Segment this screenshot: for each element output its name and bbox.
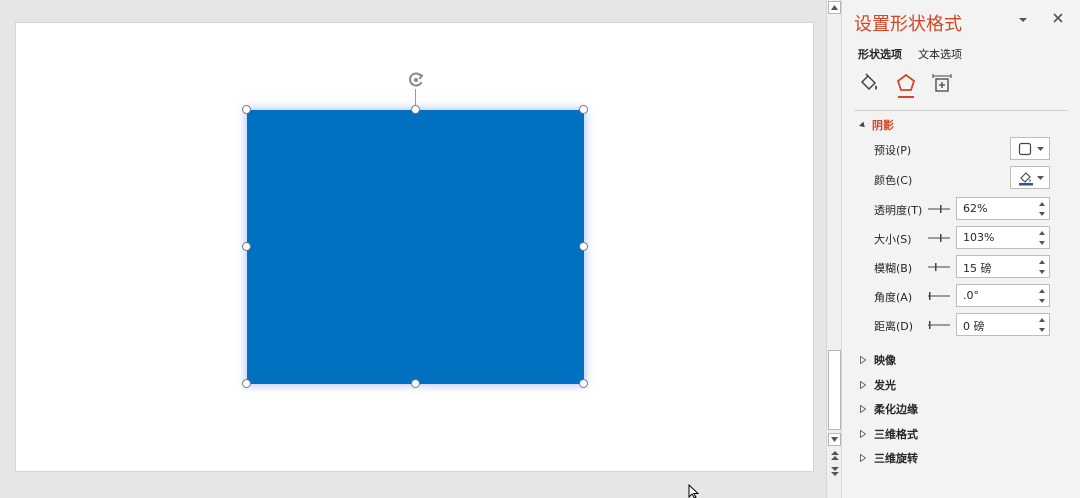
collapsed-triangle-icon: [860, 405, 866, 413]
editing-area: [0, 0, 826, 498]
blur-value: 15 磅: [963, 262, 992, 275]
spin-down-icon[interactable]: [1038, 210, 1046, 218]
resize-handle-bottom-left[interactable]: [242, 379, 251, 388]
spin-up-icon[interactable]: [1038, 287, 1046, 295]
format-shape-pane: 设置形状格式 形状选项 文本选项 阴影 预设(P) 颜色(C) 透明度(T) 6…: [842, 0, 1080, 498]
section-shadow-label: 阴影: [872, 119, 894, 132]
rectangle-shape[interactable]: [247, 110, 584, 384]
transparency-label: 透明度(T): [874, 204, 923, 217]
preset-label: 预设(P): [874, 144, 912, 157]
transparency-slider-icon[interactable]: [928, 204, 950, 214]
double-down-icon: [831, 467, 839, 476]
pane-title: 设置形状格式: [854, 14, 962, 35]
category-selected-indicator: [898, 96, 914, 98]
size-properties-icon[interactable]: [931, 72, 953, 94]
collapsed-triangle-icon: [860, 430, 866, 438]
size-slider-icon[interactable]: [928, 233, 950, 243]
distance-label: 距离(D): [874, 320, 914, 333]
distance-value: 0 磅: [963, 320, 985, 333]
resize-handle-bottom[interactable]: [411, 379, 420, 388]
expanded-triangle-icon: [859, 121, 867, 129]
spin-up-icon[interactable]: [1038, 316, 1046, 324]
spin-up-icon[interactable]: [1038, 229, 1046, 237]
spin-down-icon[interactable]: [1038, 297, 1046, 305]
angle-input[interactable]: .0°: [956, 284, 1050, 307]
close-icon: [1053, 13, 1063, 23]
shadow-preset-icon: [1018, 142, 1032, 155]
spin-down-icon[interactable]: [1038, 239, 1046, 247]
section-soft-edges-header[interactable]: 柔化边缘: [860, 401, 918, 417]
chevron-down-icon: [1019, 18, 1027, 22]
vertical-scrollbar[interactable]: [826, 0, 842, 498]
resize-handle-top-left[interactable]: [242, 105, 251, 114]
angle-label: 角度(A): [874, 291, 913, 304]
scroll-down-button[interactable]: [828, 433, 841, 446]
transparency-input[interactable]: 62%: [956, 197, 1050, 220]
app-window: 设置形状格式 形状选项 文本选项 阴影 预设(P) 颜色(C) 透明度(T) 6…: [0, 0, 1080, 498]
angle-slider-icon[interactable]: [928, 291, 950, 301]
angle-value: .0°: [963, 289, 979, 302]
chevron-down-icon: [1037, 146, 1044, 151]
scroll-thumb[interactable]: [828, 350, 841, 430]
spin-down-icon[interactable]: [1038, 326, 1046, 334]
preset-dropdown[interactable]: [1010, 137, 1050, 160]
resize-handle-right[interactable]: [579, 242, 588, 251]
paint-bucket-icon: [1019, 171, 1033, 185]
tab-shape-options[interactable]: 形状选项: [858, 46, 902, 62]
scroll-up-button[interactable]: [828, 1, 841, 14]
section-3d-rotation-label: 三维旋转: [874, 452, 918, 465]
spin-down-icon[interactable]: [1038, 268, 1046, 276]
transparency-value: 62%: [963, 202, 988, 215]
size-value: 103%: [963, 231, 995, 244]
section-reflection-label: 映像: [874, 354, 896, 367]
next-slide-button[interactable]: [829, 465, 841, 477]
previous-slide-button[interactable]: [829, 450, 841, 462]
distance-slider-icon[interactable]: [928, 320, 950, 330]
spin-up-icon[interactable]: [1038, 258, 1046, 266]
size-label: 大小(S): [874, 233, 912, 246]
slide[interactable]: [15, 22, 814, 472]
pane-close-button[interactable]: [1052, 12, 1064, 24]
scroll-down-icon: [831, 437, 838, 442]
section-reflection-header[interactable]: 映像: [860, 352, 896, 368]
collapsed-triangle-icon: [860, 356, 866, 364]
section-3d-format-header[interactable]: 三维格式: [860, 426, 918, 442]
blur-label: 模糊(B): [874, 262, 913, 275]
blur-input[interactable]: 15 磅: [956, 255, 1050, 278]
pane-divider: [854, 110, 1068, 111]
effects-icon[interactable]: [895, 72, 917, 94]
mouse-cursor-icon: [688, 484, 700, 498]
resize-handle-top-right[interactable]: [579, 105, 588, 114]
collapsed-triangle-icon: [860, 454, 866, 462]
resize-handle-left[interactable]: [242, 242, 251, 251]
section-soft-edges-label: 柔化边缘: [874, 403, 918, 416]
section-glow-header[interactable]: 发光: [860, 377, 896, 393]
blur-slider-icon[interactable]: [928, 262, 950, 272]
size-input[interactable]: 103%: [956, 226, 1050, 249]
chevron-down-icon: [1037, 175, 1044, 180]
color-label: 颜色(C): [874, 174, 913, 187]
resize-handle-bottom-right[interactable]: [579, 379, 588, 388]
fill-line-icon[interactable]: [858, 72, 880, 94]
tab-text-options[interactable]: 文本选项: [918, 46, 962, 62]
scroll-up-icon: [831, 5, 838, 10]
resize-handle-top[interactable]: [411, 105, 420, 114]
section-glow-label: 发光: [874, 379, 896, 392]
section-3d-format-label: 三维格式: [874, 428, 918, 441]
pane-options-button[interactable]: [1016, 14, 1030, 26]
rotate-handle-icon[interactable]: [405, 69, 427, 91]
spin-up-icon[interactable]: [1038, 200, 1046, 208]
color-dropdown[interactable]: [1010, 166, 1050, 189]
double-up-icon: [831, 451, 839, 460]
collapsed-triangle-icon: [860, 381, 866, 389]
section-shadow-header[interactable]: 阴影: [859, 117, 894, 133]
section-3d-rotation-header[interactable]: 三维旋转: [860, 450, 918, 466]
distance-input[interactable]: 0 磅: [956, 313, 1050, 336]
